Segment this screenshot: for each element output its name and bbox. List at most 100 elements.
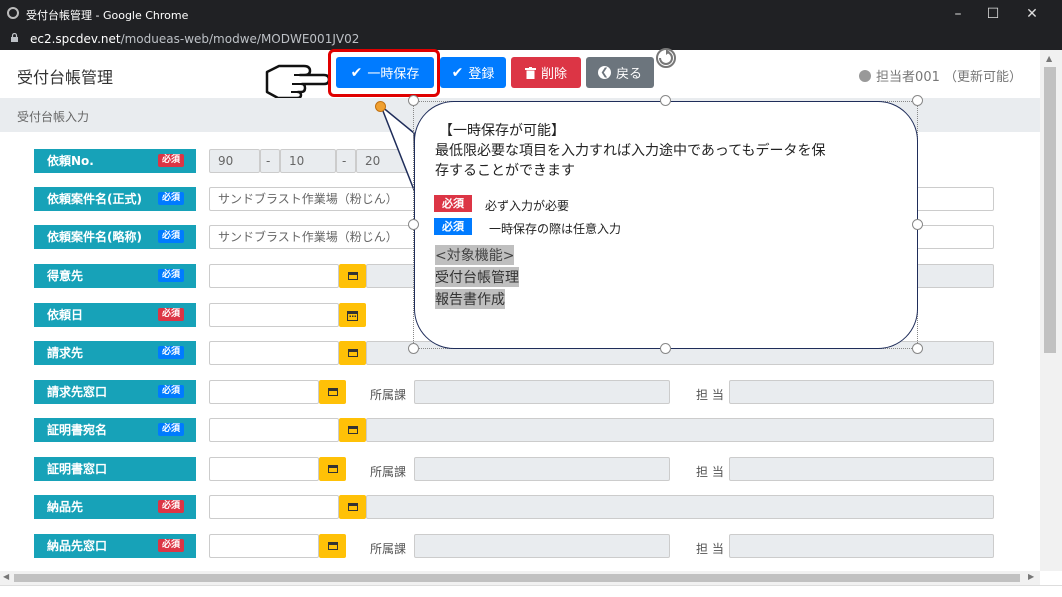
customer-search-button[interactable] — [339, 264, 366, 288]
field-label: 請求先 必須 — [34, 341, 196, 365]
field-label-text: 請求先 — [47, 346, 84, 360]
required-badge: 必須 — [157, 308, 184, 321]
billing-dept-field — [414, 380, 670, 404]
vertical-scrollbar[interactable]: ▲ — [1040, 50, 1062, 571]
certificate-contact-search-button[interactable] — [319, 457, 346, 481]
address-bar[interactable]: ec2.spcdev.net/modueas-web/modwe/MODWE00… — [0, 28, 1062, 50]
required-badge: 必須 — [157, 539, 184, 552]
pointing-hand-icon — [265, 64, 330, 100]
scroll-up-icon[interactable]: ▲ — [1046, 54, 1052, 63]
delivery-code-input[interactable] — [209, 495, 339, 519]
certificate-addressee-search-button[interactable] — [339, 418, 366, 442]
delete-button[interactable]: 削除 — [511, 57, 581, 88]
check-icon: ✔ — [350, 64, 363, 81]
request-date-input[interactable] — [209, 303, 339, 327]
lock-icon — [11, 33, 18, 42]
certificate-dept-field — [414, 457, 670, 481]
required-badge: 必須 — [157, 230, 184, 243]
scroll-right-icon[interactable]: ▶ — [1028, 572, 1034, 581]
certificate-contact-input[interactable] — [209, 457, 319, 481]
bottom-strip — [0, 585, 1062, 597]
legend-red-text: 必ず入力が必要 — [485, 199, 570, 213]
field-label-text: 証明書窓口 — [47, 462, 108, 476]
callout-line1: 最低限必要な項目を入力すれば入力途中であってもデータを保 — [435, 143, 826, 159]
person-label: 担 当 — [696, 542, 724, 556]
required-badge: 必須 — [157, 192, 184, 205]
field-label-text: 納品先窓口 — [47, 539, 108, 553]
field-label: 証明書宛名 必須 — [34, 418, 196, 442]
resize-handle[interactable] — [408, 95, 419, 106]
close-window-button[interactable]: ✕ — [1014, 0, 1050, 28]
delivery-dept-field — [414, 534, 670, 558]
field-label-text: 請求先窓口 — [47, 385, 108, 399]
window-title: 受付台帳管理 - Google Chrome — [26, 9, 189, 22]
target-item: 報告書作成 — [435, 289, 505, 309]
delivery-search-button[interactable] — [339, 495, 366, 519]
back-button[interactable]: ❮ 戻る — [586, 57, 654, 88]
billing-contact-search-button[interactable] — [319, 380, 346, 404]
back-arrow-icon: ❮ — [597, 66, 611, 79]
request-no-sep2: - — [336, 149, 356, 173]
horizontal-scrollbar[interactable]: ◀ ▶ — [0, 571, 1040, 585]
page-title: 受付台帳管理 — [17, 68, 114, 87]
field-label-text: 依頼案件名(略称) — [47, 230, 142, 244]
horizontal-scroll-thumb[interactable] — [14, 574, 1020, 582]
field-label: 依頼No. 必須 — [34, 149, 196, 173]
billing-code-input[interactable] — [209, 341, 339, 365]
legend-blue-badge: 必須 — [434, 218, 472, 235]
resize-handle[interactable] — [660, 343, 671, 354]
register-button[interactable]: ✔ 登録 — [440, 57, 506, 88]
scroll-left-icon[interactable]: ◀ — [3, 572, 9, 581]
field-label-text: 納品先 — [47, 500, 84, 514]
billing-person-field — [729, 380, 994, 404]
temp-save-button[interactable]: ✔ 一時保存 — [336, 57, 434, 88]
resize-handle[interactable] — [660, 95, 671, 106]
resize-handle[interactable] — [912, 343, 923, 354]
field-label: 依頼案件名(正式) 必須 — [34, 187, 196, 211]
minimize-button[interactable]: – — [940, 0, 976, 28]
customer-code-input[interactable] — [209, 264, 339, 288]
window-icon — [327, 465, 338, 473]
dept-label: 所属課 — [370, 388, 407, 402]
certificate-addressee-name-field — [366, 418, 994, 442]
field-label-text: 得意先 — [47, 269, 84, 283]
certificate-addressee-input[interactable] — [209, 418, 339, 442]
window-icon — [347, 349, 358, 357]
required-badge: 必須 — [157, 346, 184, 359]
request-no-sep1: - — [260, 149, 280, 173]
delivery-person-field — [729, 534, 994, 558]
field-label: 納品先 必須 — [34, 495, 196, 519]
window-icon — [327, 542, 338, 550]
legend-blue-text: 一時保存の際は任意入力 — [489, 222, 622, 236]
calendar-button[interactable] — [339, 303, 366, 327]
field-label: 証明書窓口 — [34, 457, 196, 481]
adjust-handle[interactable] — [375, 101, 386, 112]
chrome-app-icon — [7, 7, 19, 19]
resize-handle[interactable] — [912, 219, 923, 230]
window-icon — [327, 388, 338, 396]
rotate-icon[interactable] — [652, 44, 680, 72]
delivery-contact-search-button[interactable] — [319, 534, 346, 558]
resize-handle[interactable] — [408, 343, 419, 354]
field-label-text: 証明書宛名 — [47, 423, 108, 437]
field-label: 依頼案件名(略称) 必須 — [34, 225, 196, 249]
person-label: 担 当 — [696, 465, 724, 479]
field-label: 請求先窓口 必須 — [34, 380, 196, 404]
field-label-text: 依頼案件名(正式) — [47, 192, 142, 206]
maximize-button[interactable]: ☐ — [975, 0, 1011, 28]
billing-search-button[interactable] — [339, 341, 366, 365]
field-label: 依頼日 必須 — [34, 303, 196, 327]
targets-heading: <対象機能> — [435, 245, 515, 265]
callout-line2: 存することができます — [435, 163, 575, 179]
user-info: 担当者001 （更新可能） — [859, 66, 1022, 85]
resize-handle[interactable] — [912, 95, 923, 106]
dept-label: 所属課 — [370, 542, 407, 556]
billing-contact-input[interactable] — [209, 380, 319, 404]
calendar-icon — [347, 310, 358, 321]
vertical-scroll-thumb[interactable] — [1044, 67, 1056, 353]
callout-heading: 【一時保存が可能】 — [439, 123, 565, 139]
required-badge: 必須 — [157, 269, 184, 282]
resize-handle[interactable] — [408, 219, 419, 230]
delivery-contact-input[interactable] — [209, 534, 319, 558]
window-icon — [347, 272, 358, 280]
